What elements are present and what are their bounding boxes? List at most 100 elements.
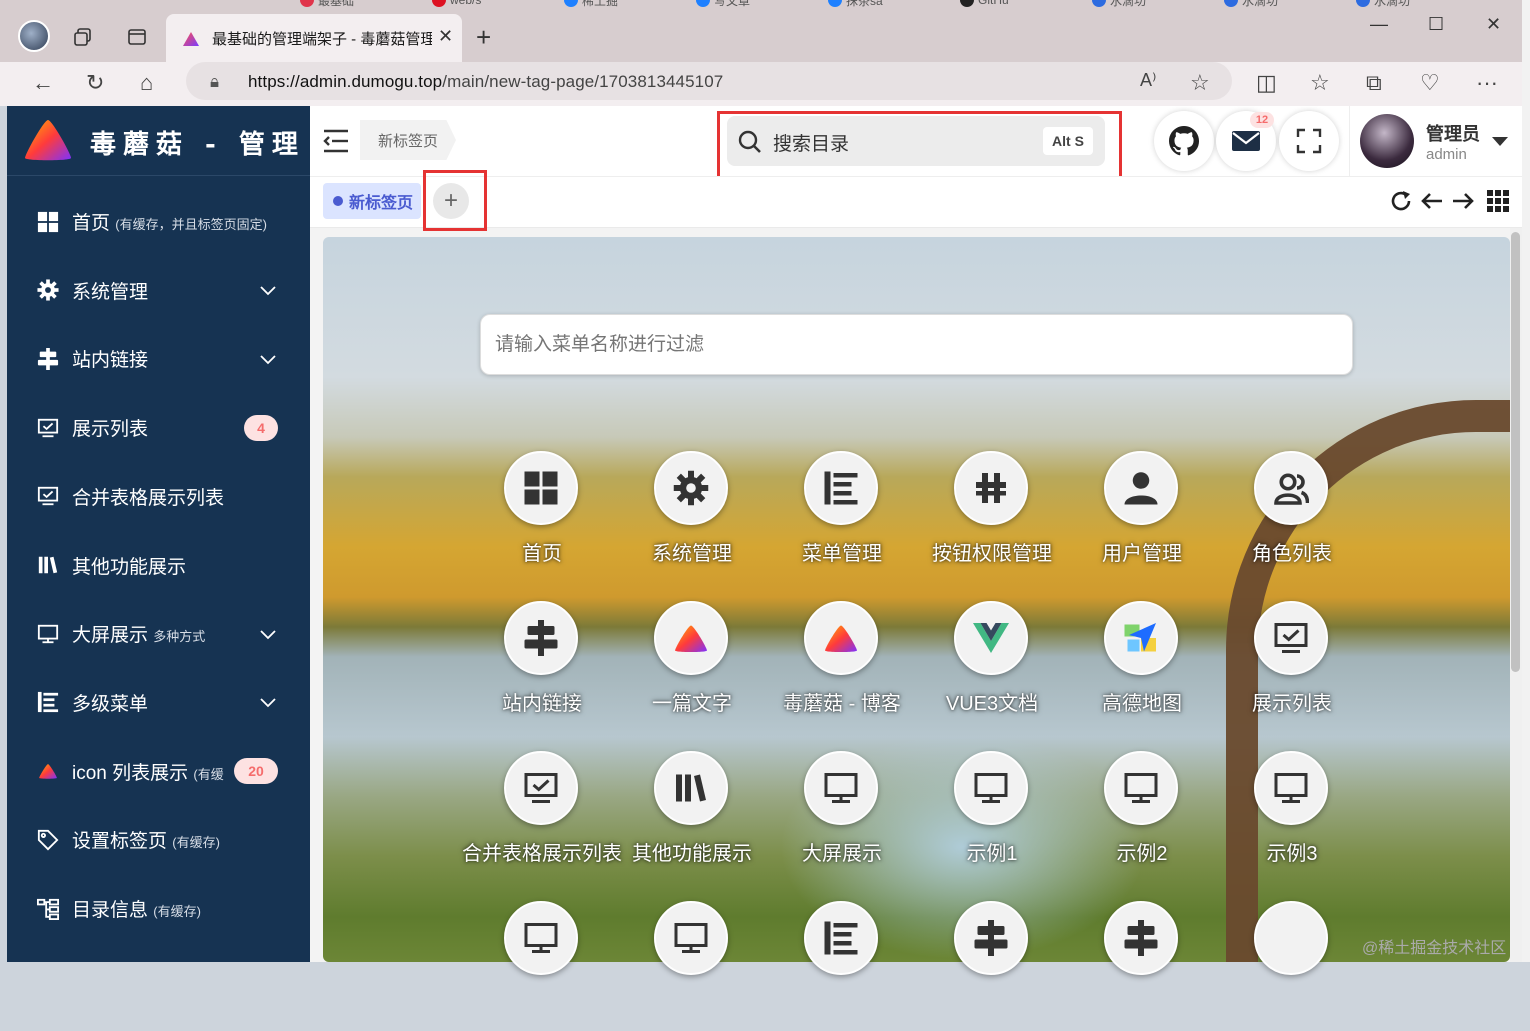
tag-new-tab[interactable]: 新标签页: [323, 183, 421, 219]
sidebar-item-7[interactable]: 大屏展示 多种方式: [7, 599, 310, 668]
sidebar-item-label: 其他功能展示: [72, 556, 187, 578]
vue-icon: [954, 601, 1028, 675]
menu-tile[interactable]: 菜单管理: [767, 451, 917, 581]
monitor-icon: [1254, 751, 1328, 825]
sidebar-item-5[interactable]: 合并表格展示列表: [7, 462, 310, 531]
scrollbar-thumb[interactable]: [1511, 232, 1520, 672]
home-icon[interactable]: ⌂: [140, 70, 153, 96]
menu-tile[interactable]: 首页: [467, 451, 617, 581]
sidebar-item-label: 首页 (有缓存，并且标签页固定): [72, 213, 267, 234]
monitor-icon: [654, 901, 728, 975]
logo-triangle-icon: [25, 120, 71, 161]
lock-icon[interactable]: 🔒︎: [210, 72, 219, 92]
menu-tile[interactable]: 其他功能展示: [617, 751, 767, 881]
sidebar-item-label: 展示列表: [72, 419, 149, 441]
sidebar-item-note: (有缓存): [172, 835, 220, 851]
menu-tile[interactable]: [1067, 901, 1217, 1031]
sidebar-item-11[interactable]: 目录信息 (有缓存): [7, 874, 310, 943]
background-tab[interactable]: GitHu: [960, 0, 1009, 8]
more-menu-icon[interactable]: ···: [1476, 70, 1498, 96]
monitor-check-icon: [504, 751, 578, 825]
menu-tile[interactable]: 一篇文字: [617, 601, 767, 731]
url-text[interactable]: https://admin.dumogu.top/main/new-tag-pa…: [248, 72, 723, 92]
favorites-icon[interactable]: ☆: [1310, 70, 1330, 96]
sidebar-item-1[interactable]: 首页 (有缓存，并且标签页固定): [7, 187, 310, 256]
menu-tile[interactable]: 角色列表: [1217, 451, 1367, 581]
sidebar-item-label: 设置标签页 (有缓存): [72, 831, 220, 853]
background-tab[interactable]: 水滴功: [1224, 0, 1278, 8]
background-tab[interactable]: 写文章: [696, 0, 750, 8]
menu-tile[interactable]: 站内链接: [467, 601, 617, 731]
sidebar-item-8[interactable]: 多级菜单: [7, 668, 310, 737]
menu-tile[interactable]: [1217, 901, 1367, 1031]
breadcrumb[interactable]: 新标签页: [360, 120, 456, 160]
monitor-check-icon: [37, 417, 59, 439]
sidebar-item-note: (有缓存): [153, 904, 201, 919]
sidebar-item-6[interactable]: 其他功能展示: [7, 531, 310, 600]
menu-tile[interactable]: 系统管理: [617, 451, 767, 581]
background-tab[interactable]: 稀土掘: [564, 0, 618, 8]
sidebar-item-10[interactable]: 设置标签页 (有缓存): [7, 805, 310, 874]
menu-tile[interactable]: 示例2: [1067, 751, 1217, 881]
collapse-menu-icon[interactable]: [322, 128, 350, 154]
menu-tile[interactable]: 毒蘑菇 - 博客: [767, 601, 917, 731]
menu-tile[interactable]: [917, 901, 1067, 1031]
sidebar-item-4[interactable]: 展示列表 4: [7, 393, 310, 462]
apps-grid-icon[interactable]: [1486, 189, 1510, 213]
tab-actions-icon[interactable]: [124, 24, 150, 50]
gear-icon: [654, 451, 728, 525]
menu-tile[interactable]: 按钮权限管理: [917, 451, 1067, 581]
avatar[interactable]: [1360, 114, 1414, 168]
performance-icon[interactable]: ♡: [1420, 70, 1440, 96]
background-tab[interactable]: 水滴功: [1356, 0, 1410, 8]
new-tab-button[interactable]: +: [476, 22, 491, 53]
arrow-right-icon[interactable]: [1451, 189, 1475, 213]
workspaces-icon[interactable]: [70, 24, 96, 50]
menu-tile[interactable]: 大屏展示: [767, 751, 917, 881]
sidebar-item-label: 站内链接: [72, 350, 149, 372]
menu-tile[interactable]: VUE3文档: [917, 601, 1067, 731]
arrow-left-icon[interactable]: [1420, 189, 1444, 213]
maximize-icon[interactable]: ☐: [1428, 14, 1444, 35]
list-icon: [804, 901, 878, 975]
reload-icon[interactable]: ↻: [86, 70, 104, 96]
github-button[interactable]: [1154, 111, 1214, 171]
chevron-down-icon: [260, 698, 276, 708]
collections-icon[interactable]: ⧉: [1366, 70, 1382, 96]
menu-tile[interactable]: 用户管理: [1067, 451, 1217, 581]
mail-count-badge: 12: [1250, 112, 1274, 128]
sidebar-item-9[interactable]: icon 列表展示 (有缓 20: [7, 737, 310, 806]
menu-tile[interactable]: 高德地图: [1067, 601, 1217, 731]
menu-tile[interactable]: [767, 901, 917, 1031]
tab-favicon-icon: [564, 0, 578, 7]
refresh-icon[interactable]: [1389, 189, 1413, 213]
sidebar-item-3[interactable]: 站内链接: [7, 324, 310, 393]
menu-filter-input[interactable]: [480, 314, 1353, 375]
background-tab[interactable]: 最基础: [300, 0, 354, 8]
menu-tile[interactable]: [617, 901, 767, 1031]
menu-tile[interactable]: 示例3: [1217, 751, 1367, 881]
background-tab[interactable]: web/s: [432, 0, 481, 8]
monitor-icon: [954, 751, 1028, 825]
chevron-down-icon: [260, 630, 276, 639]
minimize-icon[interactable]: —: [1370, 14, 1388, 35]
menu-tile[interactable]: [467, 901, 617, 1031]
read-aloud-icon[interactable]: A⁾: [1140, 70, 1156, 91]
background-tab[interactable]: 水滴功: [1092, 0, 1146, 8]
favorite-star-icon[interactable]: ☆: [1190, 70, 1210, 96]
watermark: @稀土掘金技术社区: [1362, 940, 1507, 957]
menu-tile[interactable]: 展示列表: [1217, 601, 1367, 731]
caret-down-icon[interactable]: [1491, 136, 1509, 148]
close-window-icon[interactable]: ✕: [1486, 14, 1501, 35]
tab-favicon-icon: [1092, 0, 1106, 7]
fullscreen-button[interactable]: [1279, 111, 1339, 171]
browser-profile-avatar[interactable]: [18, 20, 50, 52]
tab-close-icon[interactable]: ✕: [438, 26, 453, 47]
back-icon[interactable]: ←: [32, 70, 54, 96]
sidebar-item-2[interactable]: 系统管理: [7, 256, 310, 325]
add-tag-button[interactable]: +: [433, 183, 469, 219]
menu-tile[interactable]: 合并表格展示列表: [462, 751, 622, 881]
menu-tile[interactable]: 示例1: [917, 751, 1067, 881]
split-screen-icon[interactable]: ◫: [1256, 70, 1277, 96]
background-tab[interactable]: 抹茶sa: [828, 0, 883, 8]
